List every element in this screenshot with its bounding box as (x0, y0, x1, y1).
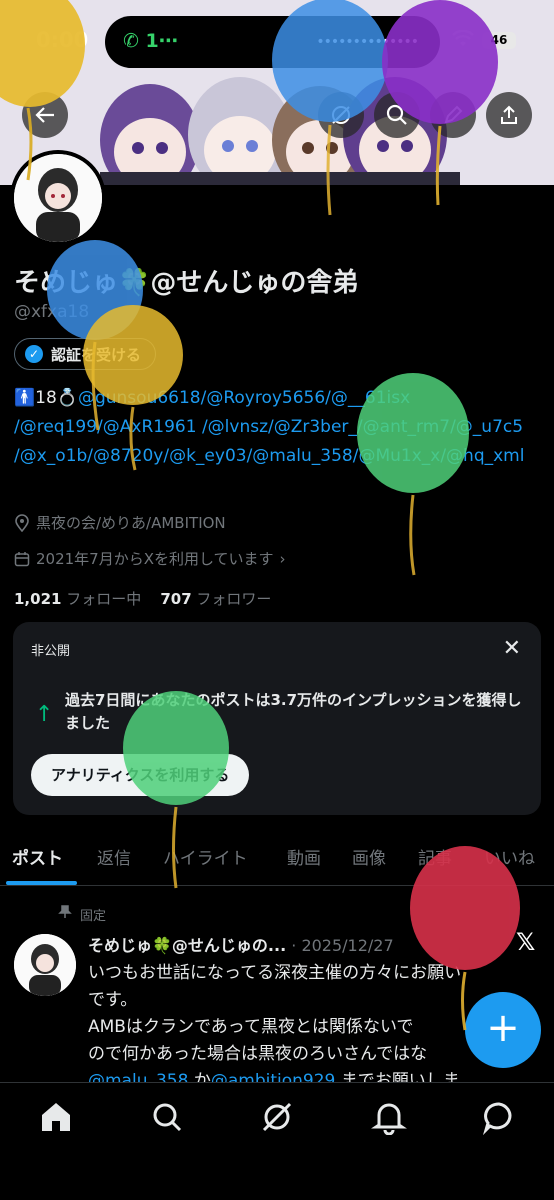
status-bar: 0:00 ✆ 1⋯ •••••••••••••• 46 (0, 0, 554, 80)
post-avatar[interactable] (14, 934, 76, 996)
profile-bio: 🚹️18💍@gunsou6618/@Royroy5656/@__61isx /@… (14, 384, 544, 471)
impressions-message: 過去7日間にあなたのポストは3.7万件のインプレッションを獲得しました (65, 691, 522, 732)
card-title: 非公開 (31, 644, 71, 659)
share-button[interactable] (486, 92, 532, 138)
grok-button[interactable] (318, 92, 364, 138)
home-icon (42, 1103, 70, 1131)
search-icon (386, 104, 407, 125)
tab-posts[interactable]: ポスト (12, 844, 63, 869)
trend-up-icon: ↑ (35, 702, 54, 727)
nav-explore[interactable] (149, 1099, 185, 1135)
tab-replies[interactable]: 返信 (97, 844, 131, 869)
follow-stats: 1,021 フォロー中 707 フォロワー (14, 588, 271, 609)
bio-prefix: 🚹️18💍 (14, 388, 78, 408)
post-header: そめじゅ🍀@せんじゅの... · 2025/12/27 (88, 932, 394, 956)
location-text: 黒夜の会/めりあ/AMBITION (36, 514, 226, 532)
tab-highlights[interactable]: ハイライト (163, 844, 248, 869)
search-button[interactable] (374, 92, 420, 138)
post-avatar-illustration (14, 934, 76, 996)
bio-mentions[interactable]: @gunsou6618/@Royroy5656/@__61isx /@req19… (14, 388, 524, 466)
profile-location: 黒夜の会/めりあ/AMBITION (14, 512, 226, 533)
audio-waveform-icon: •••••••••••••• (316, 34, 419, 50)
wifi-icon (452, 29, 474, 53)
back-button[interactable] (22, 92, 68, 138)
profile-avatar[interactable] (10, 150, 106, 246)
post-author[interactable]: そめじゅ🍀@せんじゅの... (88, 936, 286, 955)
location-pin-icon (15, 513, 29, 532)
pinned-indicator: 固定 (58, 905, 106, 924)
profile-name: そめじゅ🍀@せんじゅの舎弟 (14, 268, 359, 298)
get-verified-label: 認証を受ける (51, 345, 142, 364)
tab-articles[interactable]: 記事 (418, 844, 452, 869)
tab-videos[interactable]: 動画 (287, 844, 321, 869)
dynamic-island[interactable]: ✆ 1⋯ •••••••••••••• (105, 16, 440, 68)
private-analytics-card: 非公開 ✕ ↑ 過去7日間にあなたのポストは3.7万件のインプレッションを獲得し… (13, 622, 541, 815)
close-icon[interactable]: ✕ (503, 636, 521, 661)
nav-grok[interactable] (259, 1099, 295, 1135)
verified-badge-icon: ✓ (25, 345, 43, 363)
x-logo-icon: 𝕏 (516, 928, 536, 956)
joined-text: 2021年7月からXを利用しています (36, 550, 274, 568)
get-verified-button[interactable]: ✓ 認証を受ける (14, 338, 157, 370)
grok-icon (262, 1102, 292, 1132)
call-indicator: ✆ 1⋯ (123, 30, 178, 52)
arrow-left-icon (35, 107, 54, 123)
followers-count: 707 (160, 590, 192, 608)
pin-icon (58, 905, 72, 918)
bottom-navigation (0, 1082, 554, 1200)
calendar-icon (14, 551, 30, 566)
following-label: フォロー中 (66, 590, 142, 608)
call-label: 1⋯ (145, 30, 178, 52)
nav-home[interactable] (38, 1099, 74, 1135)
nav-notifications[interactable] (371, 1099, 407, 1136)
followers-label: フォロワー (196, 590, 272, 608)
post-date: · 2025/12/27 (291, 936, 394, 955)
profile-joined[interactable]: 2021年7月からXを利用しています › (14, 548, 286, 569)
post-line: いつもお世話になってる深夜主催の方々にお願い (88, 963, 462, 983)
edit-icon (444, 105, 463, 124)
search-icon (153, 1103, 182, 1132)
nav-messages[interactable] (481, 1099, 517, 1136)
active-tab-indicator (6, 881, 77, 885)
profile-tabs: ポスト 返信 ハイライト 動画 画像 記事 いいね (0, 836, 554, 886)
status-time: 0:00 (36, 28, 89, 52)
compose-button[interactable]: + (465, 992, 541, 1068)
more-button[interactable] (430, 92, 476, 138)
following-count: 1,021 (14, 590, 62, 608)
chevron-right-icon: › (279, 549, 286, 568)
plus-icon: + (486, 1005, 520, 1051)
avatar-illustration (14, 154, 102, 242)
pinned-label: 固定 (80, 909, 107, 924)
bell-icon (371, 1103, 407, 1136)
tab-images[interactable]: 画像 (352, 844, 386, 869)
chat-icon (482, 1102, 512, 1136)
battery-indicator: 46 (482, 32, 516, 49)
analytics-button[interactable]: アナリティクスを利用する (31, 754, 250, 796)
grok-icon (332, 106, 350, 124)
profile-handle: @xfxa18 (14, 302, 90, 322)
share-icon (501, 105, 517, 124)
tab-likes[interactable]: いいね (484, 844, 535, 869)
following-link[interactable]: 1,021 フォロー中 (14, 590, 141, 608)
followers-link[interactable]: 707 フォロワー (160, 590, 271, 608)
